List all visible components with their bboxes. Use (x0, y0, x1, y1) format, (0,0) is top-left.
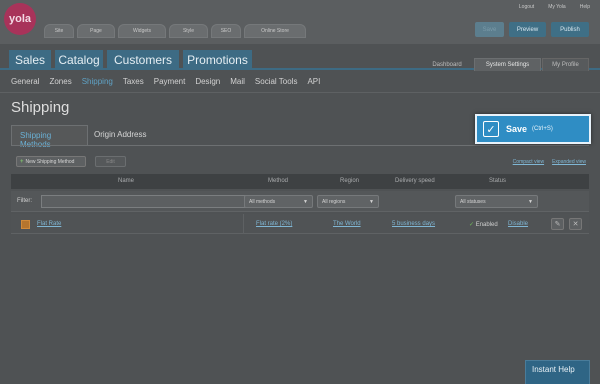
chevron-down-icon: ▼ (369, 199, 374, 205)
subnav-shipping[interactable]: Shipping (82, 77, 113, 86)
region-filter-select[interactable]: All regions ▼ (317, 195, 379, 208)
subnav-design[interactable]: Design (195, 77, 220, 86)
top-tab-page[interactable]: Page (77, 24, 115, 38)
row-status-text: Enabled (475, 222, 498, 228)
tab-customers[interactable]: Customers (107, 50, 179, 70)
page-title: Shipping (11, 99, 70, 116)
top-tab-widgets[interactable]: Widgets (118, 24, 166, 38)
subnav-taxes[interactable]: Taxes (123, 77, 144, 86)
tab-origin-address[interactable]: Origin Address (88, 125, 152, 145)
package-icon (21, 220, 30, 229)
instant-help-panel[interactable]: Instant Help (525, 360, 590, 384)
check-icon: ✓ (469, 222, 476, 228)
column-method[interactable]: Method (268, 178, 288, 184)
checkmark-icon: ✓ (483, 121, 499, 137)
new-method-label: New Shipping Method (25, 158, 75, 165)
tab-sales[interactable]: Sales (9, 50, 51, 70)
new-shipping-method-button[interactable]: + New Shipping Method (16, 156, 86, 167)
table-header: Name Method Region Delivery speed Status (11, 174, 589, 189)
my-yola-link[interactable]: My Yola (548, 4, 566, 10)
tab-catalog[interactable]: Catalog (55, 50, 103, 70)
tab-shipping-methods[interactable]: Shipping Methods (11, 125, 88, 149)
status-filter-select[interactable]: All statuses ▼ (455, 195, 538, 208)
top-tabs: Site Page Widgets Style SEO Online Store (44, 24, 309, 38)
top-bar: yola Site Page Widgets Style SEO Online Store… (0, 0, 600, 44)
subnav-mail[interactable]: Mail (230, 77, 245, 86)
preview-button[interactable]: Preview (509, 22, 546, 37)
subnav-general[interactable]: General (11, 77, 39, 86)
row-speed-link[interactable]: 5 business days (392, 221, 435, 227)
sub-nav: General Zones Shipping Taxes Payment Des… (11, 77, 330, 86)
method-filter-value: All methods (249, 198, 276, 205)
save-label: Save (506, 124, 528, 134)
method-filter-select[interactable]: All methods ▼ (244, 195, 313, 208)
top-tab-seo[interactable]: SEO (211, 24, 241, 38)
filter-row: Filter: All methods ▼ All regions ▼ All st… (11, 191, 589, 212)
filter-input[interactable] (41, 195, 249, 208)
plus-icon: + (20, 158, 24, 165)
chevron-down-icon: ▼ (528, 199, 533, 205)
row-region-link[interactable]: The World (333, 221, 361, 227)
logout-link[interactable]: Logout (519, 4, 534, 10)
yola-logo[interactable]: yola (4, 3, 36, 35)
section-tabs: Shipping Methods Origin Address (11, 125, 152, 149)
delete-row-icon[interactable]: ✕ (569, 218, 582, 230)
top-tab-site[interactable]: Site (44, 24, 74, 38)
tab-dashboard[interactable]: Dashboard (425, 58, 469, 71)
subnav-api[interactable]: API (307, 77, 320, 86)
view-links: Compact view Expanded view (505, 159, 586, 165)
top-tab-style[interactable]: Style (169, 24, 208, 38)
edit-row-icon[interactable]: ✎ (551, 218, 564, 230)
row-disable-link[interactable]: Disable (508, 221, 528, 227)
tab-system-settings[interactable]: System Settings (474, 58, 541, 71)
status-filter-value: All statuses (460, 198, 486, 205)
table-row[interactable]: Flat Rate Flat rate (2%) The World 5 bus… (11, 214, 589, 234)
publish-button[interactable]: Publish (551, 22, 589, 37)
utility-links: Logout My Yola Help (505, 4, 590, 10)
row-name-link[interactable]: Flat Rate (37, 221, 61, 227)
subnav-zones[interactable]: Zones (49, 77, 71, 86)
tab-promotions[interactable]: Promotions (183, 50, 252, 70)
save-button[interactable]: ✓ Save (Ctrl+S) (475, 114, 591, 144)
status-enabled: ✓ Enabled (469, 221, 498, 228)
column-delivery-speed[interactable]: Delivery speed (395, 178, 435, 184)
row-method-link[interactable]: Flat rate (2%) (256, 221, 292, 227)
divider (0, 92, 600, 93)
chevron-down-icon: ▼ (303, 199, 308, 205)
save-button-top[interactable]: Save (475, 22, 504, 37)
column-region[interactable]: Region (340, 178, 359, 184)
subnav-social-tools[interactable]: Social Tools (255, 77, 298, 86)
subnav-payment[interactable]: Payment (154, 77, 186, 86)
divider (11, 145, 589, 146)
main-nav: Sales Catalog Customers Promotions Dashb… (0, 44, 600, 71)
top-tab-online-store[interactable]: Online Store (244, 24, 306, 38)
expanded-view-link[interactable]: Expanded view (552, 159, 586, 165)
edit-button[interactable]: Edit (95, 156, 126, 167)
help-link[interactable]: Help (580, 4, 590, 10)
region-filter-value: All regions (322, 198, 346, 205)
compact-view-link[interactable]: Compact view (513, 159, 544, 165)
divider (243, 214, 244, 234)
column-name[interactable]: Name (118, 178, 134, 184)
column-status[interactable]: Status (489, 178, 506, 184)
filter-label: Filter: (17, 198, 32, 204)
edit-label: Edit (106, 158, 115, 165)
save-shortcut: (Ctrl+S) (532, 126, 553, 132)
tab-my-profile[interactable]: My Profile (542, 58, 589, 71)
